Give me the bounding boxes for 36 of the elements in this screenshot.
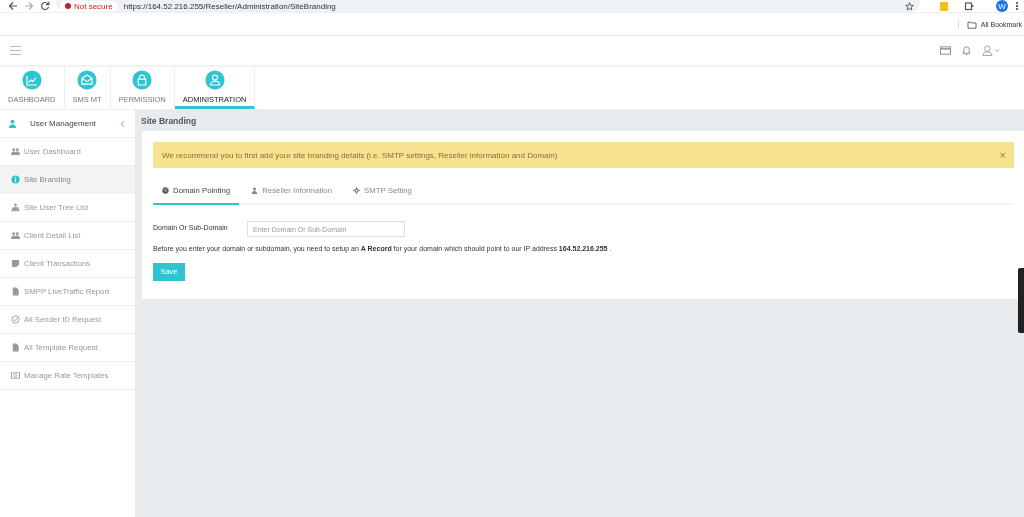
banknote-icon [11,371,20,380]
card-icon[interactable] [940,45,951,56]
lock-icon [132,70,153,90]
user-icon [251,187,259,194]
file-icon [11,287,20,296]
globe-icon [162,187,169,194]
hierarchy-icon [11,203,20,212]
users-icon [11,231,20,240]
security-chip[interactable]: Not secure [60,0,118,12]
back-icon[interactable] [8,1,18,11]
star-icon[interactable] [905,1,914,11]
reload-icon[interactable] [40,1,50,11]
bell-icon[interactable] [961,45,972,56]
check-circle-icon [11,315,20,324]
forward-icon[interactable] [24,1,34,11]
puzzle-icon[interactable] [964,1,974,11]
envelope-icon [77,70,98,90]
user-icon [8,119,17,128]
close-button[interactable]: × [999,149,1006,161]
file-icon [11,343,20,352]
url-text: https://164.52.216.255/Reseller/Administration/SiteBranding [123,1,336,11]
page-title: Site Branding [141,115,197,126]
settings-icon [353,187,360,194]
extension-icon[interactable] [940,1,948,11]
user-icon [204,69,225,90]
chevron-left-icon[interactable] [120,119,125,128]
sidebar-heading[interactable]: User Management [0,110,135,138]
profile-avatar[interactable]: W [996,0,1008,12]
user-icon[interactable] [982,45,1000,56]
address-bar[interactable]: Not secure https://164.52.216.255/Reseller/Administration/SiteBranding [56,0,920,12]
info-icon [11,175,20,184]
note-icon [11,259,20,268]
alert-message: We recommend you to first add your site branding details (i.e. SMTP settings, Reseller information and Domain) [162,150,558,160]
chart-icon [21,70,42,90]
folder-icon[interactable] [966,20,977,29]
users-icon [11,147,20,156]
